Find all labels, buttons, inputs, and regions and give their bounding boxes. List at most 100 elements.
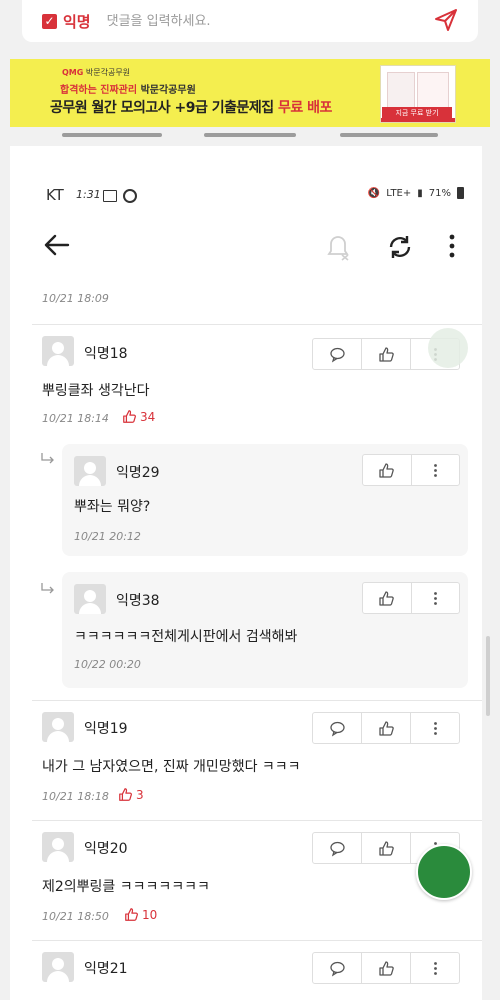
like-count: 3 <box>118 787 144 802</box>
comment-input-container: ✓ 익명 <box>22 0 478 42</box>
pager-dot-1[interactable] <box>62 133 162 137</box>
more-button[interactable] <box>412 455 460 485</box>
floating-chat-icon[interactable] <box>428 328 468 368</box>
comment-input[interactable] <box>104 12 389 30</box>
comment-author: 익명20 <box>84 841 128 857</box>
more-button[interactable] <box>411 953 459 983</box>
reply-arrow-icon <box>41 453 54 464</box>
avatar <box>74 456 106 486</box>
comment-actions <box>312 952 460 984</box>
reply-button[interactable] <box>313 713 362 743</box>
avatar <box>42 832 74 862</box>
comment-item: 익명20 제2의뿌링클 ㅋㅋㅋㅋㅋㅋㅋ 10/21 18:50 10 <box>10 822 482 938</box>
sticker-avatar-icon[interactable] <box>416 844 472 900</box>
comment-item: 익명18 뿌링클좌 생각난다 10/21 18:14 34 <box>10 324 482 434</box>
refresh-icon[interactable] <box>386 233 414 261</box>
more-vertical-icon[interactable] <box>448 234 456 258</box>
status-bar: KT 1:31 🔇 LTE+ ▮ 71% <box>10 184 482 206</box>
avatar <box>74 584 106 614</box>
reply-actions <box>362 454 460 486</box>
anonymous-label[interactable]: 익명 <box>63 11 91 32</box>
image-icon <box>103 190 117 202</box>
ad-headline: 합격하는 진짜관리 박문각공무원 <box>60 81 196 96</box>
divider <box>32 700 482 701</box>
back-arrow-icon[interactable] <box>44 234 70 256</box>
avatar <box>42 712 74 742</box>
comment-icon <box>329 347 345 362</box>
more-button[interactable] <box>412 583 460 613</box>
like-count-value: 3 <box>136 787 144 802</box>
like-count-value: 34 <box>140 409 156 424</box>
more-vertical-icon <box>433 721 437 735</box>
thumbs-up-icon <box>379 590 395 606</box>
avatar <box>42 336 74 366</box>
more-button[interactable] <box>411 713 459 743</box>
reply-button[interactable] <box>313 953 362 983</box>
send-icon[interactable] <box>432 6 460 34</box>
comment-text: 제2의뿌링클 ㅋㅋㅋㅋㅋㅋㅋ <box>42 879 210 895</box>
comment-author: 익명19 <box>84 721 128 737</box>
reply-button[interactable] <box>313 339 362 369</box>
app-bar <box>10 224 482 268</box>
comment-icon <box>329 961 345 976</box>
like-button[interactable] <box>363 583 412 613</box>
comment-icon <box>329 841 345 856</box>
mute-icon: 🔇 <box>367 187 381 199</box>
like-button[interactable] <box>362 833 411 863</box>
ad-title-main: 공무원 월간 모의고사 +9급 기출문제집 <box>50 100 274 116</box>
like-count: 10 <box>124 907 157 922</box>
like-button[interactable] <box>362 713 411 743</box>
ad-cta-button[interactable]: 지금 무료 받기 <box>382 107 452 119</box>
comment-item: 익명21 <box>10 942 482 1000</box>
battery-label: 71% <box>428 187 451 199</box>
like-button[interactable] <box>362 953 411 983</box>
comment-date: 10/21 18:14 <box>42 412 109 425</box>
scrollbar[interactable] <box>486 636 490 716</box>
clock: 1:31 <box>76 188 101 201</box>
carrier-label: KT <box>46 186 64 204</box>
divider <box>32 940 482 941</box>
comment-date: 10/21 18:18 <box>42 790 109 803</box>
reply-date: 10/22 00:20 <box>74 658 141 671</box>
thumbs-up-icon <box>119 788 132 801</box>
more-vertical-icon <box>433 961 437 975</box>
more-vertical-icon <box>433 591 437 605</box>
reply-date: 10/21 20:12 <box>74 530 141 543</box>
like-button[interactable] <box>363 455 412 485</box>
reply-actions <box>362 582 460 614</box>
reply-author: 익명29 <box>116 465 160 481</box>
ad-brand-prefix: QMG <box>62 68 84 77</box>
thumbs-up-icon <box>378 840 394 856</box>
thumbs-up-icon <box>378 960 394 976</box>
comment-actions <box>312 712 460 744</box>
avatar <box>42 952 74 982</box>
comment-text: 뿌링클좌 생각난다 <box>42 383 150 399</box>
ad-brand-name: 박문각공무원 <box>85 68 131 77</box>
network-label: LTE+ <box>386 187 412 199</box>
ad-banner[interactable]: QMG 박문각공무원 합격하는 진짜관리 박문각공무원 공무원 월간 모의고사 … <box>10 59 490 127</box>
comment-icon <box>329 721 345 736</box>
reply-arrow-icon <box>41 583 54 594</box>
battery-icon <box>457 187 464 199</box>
notification-icon <box>123 189 137 203</box>
like-count-value: 10 <box>142 907 158 922</box>
reply-author: 익명38 <box>116 593 160 609</box>
anonymous-checkbox[interactable]: ✓ <box>42 13 57 29</box>
bell-off-icon[interactable] <box>326 233 350 261</box>
pager-dot-3[interactable] <box>340 133 438 137</box>
more-vertical-icon <box>433 463 437 477</box>
thumbs-up-icon <box>378 346 394 362</box>
reply-item: 익명38 ㅋㅋㅋㅋㅋㅋ전체게시판에서 검색해봐 10/22 00:20 <box>62 572 468 688</box>
ad-title: 공무원 월간 모의고사 +9급 기출문제집 무료 배포 <box>50 97 332 117</box>
pager-dot-2[interactable] <box>204 133 296 137</box>
thumbs-up-icon <box>125 908 138 921</box>
ad-headline-red: 합격하는 진짜관리 <box>60 85 138 96</box>
reply-button[interactable] <box>313 833 362 863</box>
signal-icon: ▮ <box>417 187 423 199</box>
like-count: 34 <box>122 409 155 424</box>
like-button[interactable] <box>362 339 411 369</box>
reply-item: 익명29 뿌좌는 뭐양? 10/21 20:12 <box>62 444 468 556</box>
comment-input-bar: ✓ 익명 <box>0 0 500 52</box>
thumbs-up-icon <box>378 720 394 736</box>
comment-date: 10/21 18:50 <box>42 910 109 923</box>
